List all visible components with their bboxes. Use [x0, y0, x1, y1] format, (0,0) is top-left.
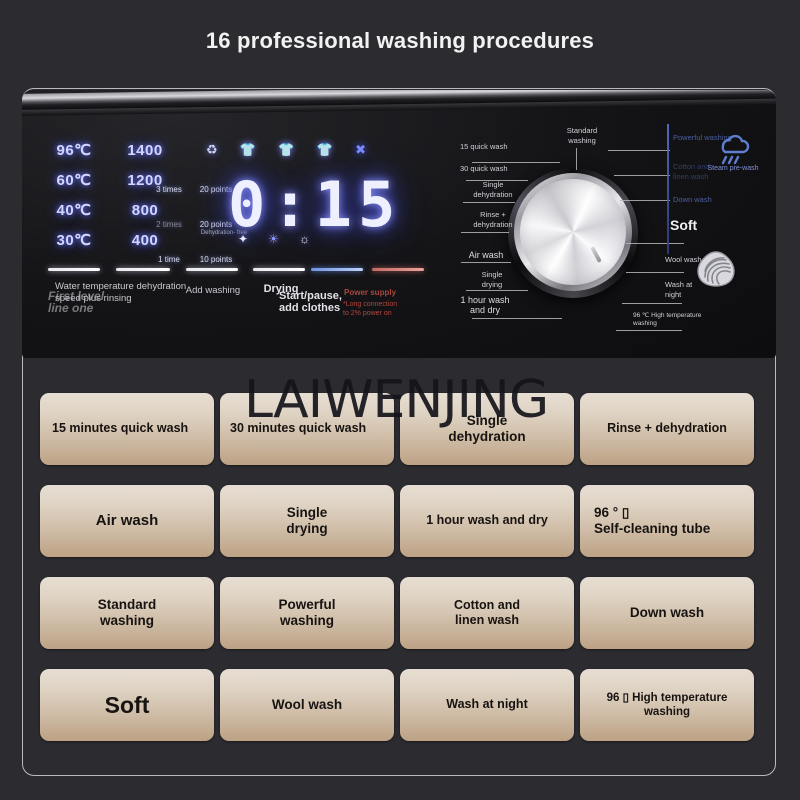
spin-speed-value: 1400 — [127, 142, 163, 159]
leader-line — [461, 232, 509, 233]
leader-line — [466, 290, 528, 291]
tile-rinse-dehydration[interactable]: Rinse + dehydration — [580, 393, 754, 465]
sun-bright-icon: ☼ — [298, 232, 310, 246]
tile-wash-at-night[interactable]: Wash at night — [400, 669, 574, 741]
remaining-time-value: 0:15 — [228, 168, 402, 241]
tile-15-minutes-quick-wash[interactable]: 15 minutes quick wash — [40, 393, 214, 465]
digital-time-display: 0:15 — [228, 168, 401, 241]
tile-1-hour-wash-and-dry[interactable]: 1 hour wash and dry — [400, 485, 574, 557]
tile-high-temperature-washing[interactable]: 96 ▯ High temperature washing — [580, 669, 754, 741]
indicator-bar-speed — [116, 268, 170, 271]
steam-cloud-icon — [721, 134, 750, 165]
points-value: 10 points — [199, 255, 233, 264]
dial-label-1-hour-wash-dry[interactable]: 1 hour wash and dry — [448, 295, 522, 315]
add-washing-label: Add washing — [185, 285, 241, 296]
tile-soft[interactable]: Soft — [40, 669, 214, 741]
tile-air-wash[interactable]: Air wash — [40, 485, 214, 557]
leader-line-vertical — [576, 148, 577, 170]
dial-label-rinse-dehydration[interactable]: Rinse + dehydration — [460, 210, 526, 229]
tile-wool-wash[interactable]: Wool wash — [220, 669, 394, 741]
tile-single-dehydration[interactable]: Single dehydration — [400, 393, 574, 465]
shirt-icon: 👕 — [316, 142, 333, 157]
indicator-bar-start — [311, 268, 363, 271]
leader-line — [461, 262, 511, 263]
temperature-value: 60℃ — [56, 172, 92, 189]
dial-label-single-drying[interactable]: Single drying — [464, 270, 520, 289]
display-top-icons: ♻ 👕 👕 👕 ✖ — [206, 142, 366, 158]
leader-line — [626, 243, 684, 244]
program-tile-grid: 15 minutes quick wash 30 minutes quick w… — [40, 393, 760, 741]
power-supply-badge: Power supply — [344, 288, 397, 297]
leader-line — [472, 318, 562, 319]
sun-icon: ☀ — [268, 232, 279, 246]
indicator-bar-temperature — [48, 268, 100, 271]
page-title: 16 professional washing procedures — [205, 28, 595, 53]
dial-label-single-dehydration[interactable]: Single dehydration — [462, 180, 524, 199]
temperature-value: 40℃ — [56, 202, 92, 219]
dial-face — [520, 179, 626, 285]
temperature-value: 30℃ — [56, 232, 92, 249]
leader-line — [622, 303, 682, 304]
tile-powerful-washing[interactable]: Powerful washing — [220, 577, 394, 649]
temperature-value: 96℃ — [56, 142, 92, 159]
dial-label-15-quick-wash[interactable]: 15 quick wash — [460, 142, 538, 152]
tile-single-drying[interactable]: Single drying — [220, 485, 394, 557]
water-temperature-column[interactable]: 96℃ 60℃ 40℃ 30℃ — [48, 136, 100, 256]
shirt-icon: 👕 — [278, 142, 295, 157]
spark-icon: ✦ — [238, 232, 249, 246]
indicator-bar-rinse — [186, 268, 238, 271]
shirt-icon: 👕 — [239, 142, 257, 157]
display-bottom-icons: ✦ ☀ ☼ — [238, 232, 310, 246]
leader-line — [616, 330, 682, 331]
dial-label-standard-washing[interactable]: Standard washing — [553, 126, 611, 145]
dial-label-soft[interactable]: Soft — [670, 218, 730, 231]
tile-down-wash[interactable]: Down wash — [580, 577, 754, 649]
leader-line — [463, 202, 515, 203]
no-dry-icon: ✖ — [355, 142, 366, 157]
recycle-icon: ♻ — [206, 142, 218, 157]
leader-line — [472, 162, 560, 163]
steam-accent-bar — [667, 124, 669, 254]
dial-label-high-temp-washing[interactable]: 96 ℃ High temperature washing — [633, 312, 725, 328]
dial-label-30-quick-wash[interactable]: 30 quick wash — [460, 164, 538, 174]
indicator-bar-points — [253, 268, 305, 271]
dial-label-air-wash[interactable]: Air wash — [456, 250, 516, 261]
leader-line — [626, 272, 684, 273]
indicator-bar-power — [372, 268, 424, 271]
leader-line — [614, 175, 670, 176]
tile-cotton-and-linen-wash[interactable]: Cotton and linen wash — [400, 577, 574, 649]
power-note-label: *Long connection to 2% power on — [343, 301, 398, 317]
wool-swirl-icon — [697, 251, 735, 287]
leader-line — [608, 150, 670, 151]
first-level-label: First level line one — [48, 289, 105, 315]
tile-30-minutes-quick-wash[interactable]: 30 minutes quick wash — [220, 393, 394, 465]
leader-line — [620, 200, 670, 201]
dial-label-down-wash[interactable]: Down wash — [673, 195, 749, 205]
tile-standard-washing[interactable]: Standard washing — [40, 577, 214, 649]
tile-self-cleaning-tube[interactable]: 96 ° ▯ Self-cleaning tube — [580, 485, 754, 557]
steam-prewash-label: Steam pre-wash — [707, 165, 759, 172]
